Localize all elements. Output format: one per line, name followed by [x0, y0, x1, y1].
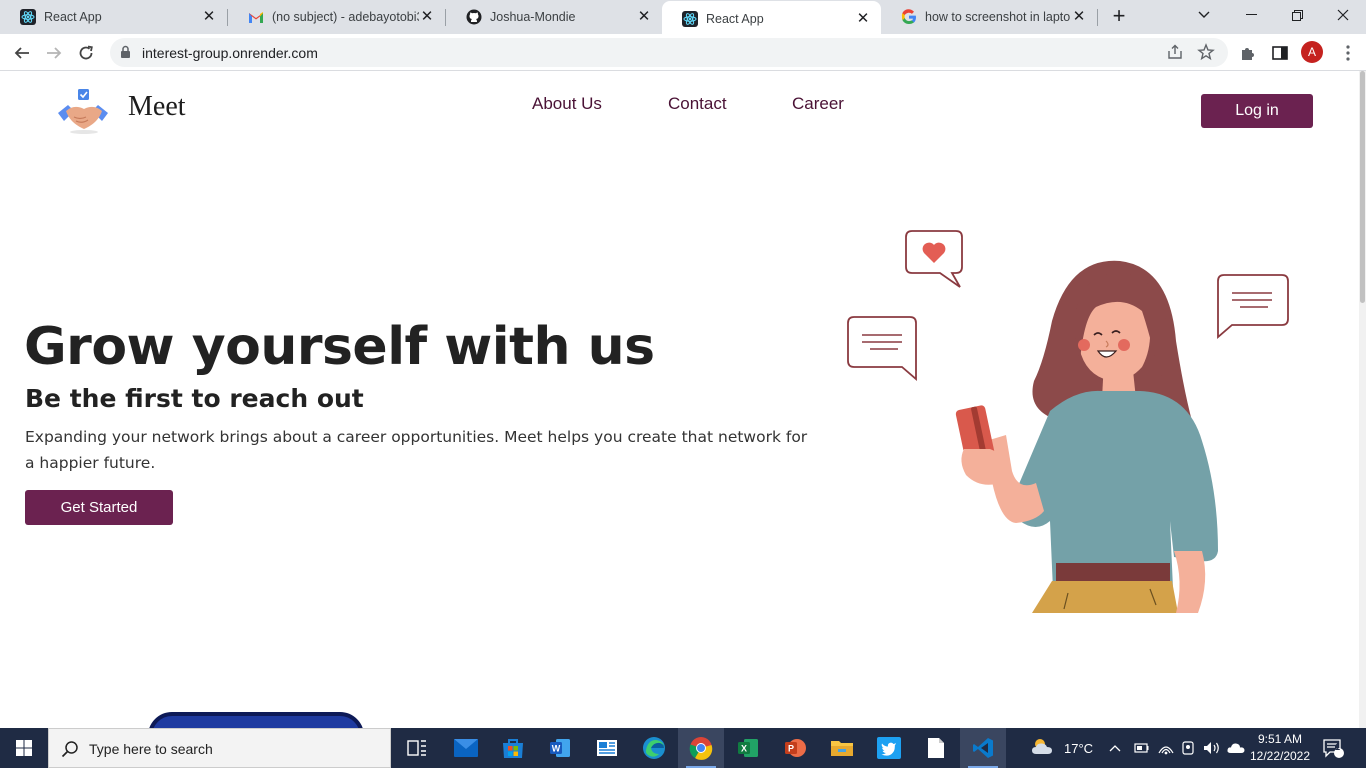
url-text: interest-group.onrender.com	[142, 45, 318, 61]
clock-time: 9:51 AM	[1257, 732, 1303, 746]
notification-count: 1	[1335, 742, 1341, 752]
bookmark-star-icon[interactable]	[1197, 43, 1215, 66]
nav-link-contact[interactable]: Contact	[668, 94, 727, 114]
weather-widget[interactable]: 17°C	[1030, 728, 1093, 768]
hero-subtitle: Be the first to reach out	[25, 384, 364, 413]
handshake-logo-icon[interactable]	[56, 87, 110, 135]
powerpoint-icon[interactable]: P	[772, 728, 818, 768]
microsoft-store-icon[interactable]	[490, 728, 536, 768]
tab-divider	[1097, 9, 1098, 26]
task-view-icon[interactable]	[394, 728, 440, 768]
weather-cloud-sun-icon	[1030, 736, 1056, 761]
close-icon[interactable]: ✕	[201, 9, 217, 25]
vscode-icon[interactable]	[960, 728, 1006, 768]
share-icon[interactable]	[1166, 43, 1184, 66]
close-icon[interactable]: ✕	[419, 9, 435, 25]
close-icon[interactable]: ✕	[855, 10, 871, 27]
search-icon	[61, 740, 79, 763]
hero-description: Expanding your network brings about a ca…	[25, 428, 808, 472]
location-icon[interactable]	[1181, 728, 1195, 768]
browser-tab-active[interactable]: React App ✕	[662, 1, 881, 36]
gmail-icon	[248, 9, 264, 25]
excel-icon[interactable]: X	[725, 728, 771, 768]
battery-icon[interactable]	[1133, 728, 1149, 768]
word-icon[interactable]: W	[537, 728, 583, 768]
tab-title: React App	[706, 11, 764, 26]
windows-start-icon[interactable]	[0, 728, 48, 768]
heart-bubble-icon	[905, 230, 963, 288]
close-icon[interactable]: ✕	[1071, 9, 1087, 25]
chat-bubble-icon	[1217, 274, 1289, 339]
nav-link-about-us[interactable]: About Us	[532, 94, 602, 114]
nav-link-career[interactable]: Career	[792, 94, 844, 114]
close-icon[interactable]: ✕	[636, 9, 652, 25]
document-icon[interactable]	[913, 728, 959, 768]
github-icon	[466, 9, 482, 25]
page-scrollbar[interactable]	[1359, 71, 1366, 728]
login-button[interactable]: Log in	[1201, 94, 1313, 128]
scrollbar-thumb[interactable]	[1360, 71, 1365, 303]
browser-toolbar: interest-group.onrender.com A	[0, 34, 1366, 71]
google-icon	[901, 9, 917, 25]
browser-tab-strip: React App ✕ (no subject) - adebayotobi36…	[0, 0, 1366, 36]
weather-temperature: 17°C	[1064, 740, 1094, 756]
hero-illustration	[840, 221, 1300, 613]
notification-center-icon[interactable]: 1	[1322, 728, 1344, 768]
svg-text:W: W	[552, 744, 561, 754]
clock-date: 12/22/2022	[1249, 749, 1311, 763]
react-icon	[682, 10, 698, 27]
address-bar[interactable]: interest-group.onrender.com	[110, 38, 1228, 67]
get-started-button[interactable]: Get Started	[25, 490, 173, 525]
system-clock[interactable]: 9:51 AM 12/22/2022	[1248, 731, 1312, 765]
tab-title: React App	[44, 10, 102, 24]
browser-tab[interactable]: Joshua-Mondie ✕	[446, 0, 662, 34]
lock-icon[interactable]	[120, 45, 131, 64]
search-placeholder: Type here to search	[89, 741, 213, 757]
tab-title: Joshua-Mondie	[490, 10, 576, 24]
page-viewport: Meet About Us Contact Career Log in Grow…	[0, 71, 1366, 728]
edge-icon[interactable]	[631, 728, 677, 768]
mail-icon[interactable]	[443, 728, 489, 768]
new-tab-button[interactable]: +	[1108, 5, 1130, 28]
wifi-icon[interactable]	[1158, 728, 1174, 768]
hero-title: Grow yourself with us	[24, 317, 655, 377]
brand-name[interactable]: Meet	[128, 91, 186, 123]
react-icon	[20, 9, 36, 25]
tab-title: how to screenshot in laptop	[925, 10, 1071, 24]
tab-search-chevron-icon[interactable]	[1181, 0, 1227, 30]
svg-text:P: P	[788, 744, 794, 754]
svg-text:X: X	[741, 744, 747, 754]
minimize-button[interactable]	[1228, 0, 1274, 30]
volume-icon[interactable]	[1203, 728, 1221, 768]
news-icon[interactable]	[584, 728, 630, 768]
windows-taskbar: Type here to search W X P 17°C 9:51 AM 1…	[0, 728, 1366, 768]
close-window-button[interactable]	[1320, 0, 1366, 30]
menu-kebab-icon[interactable]	[1336, 41, 1360, 65]
taskbar-search-box[interactable]: Type here to search	[48, 728, 391, 768]
browser-tab[interactable]: React App ✕	[0, 0, 227, 34]
tab-title: (no subject) - adebayotobi36	[272, 10, 419, 24]
twitter-icon[interactable]	[866, 728, 912, 768]
show-hidden-icons-chevron-up-icon[interactable]	[1109, 728, 1121, 768]
chrome-icon[interactable]	[678, 728, 724, 768]
browser-tab[interactable]: (no subject) - adebayotobi36 ✕	[228, 0, 445, 34]
forward-icon[interactable]	[42, 41, 66, 65]
extensions-icon[interactable]	[1236, 41, 1260, 65]
side-panel-icon[interactable]	[1268, 41, 1292, 65]
browser-tab[interactable]: how to screenshot in laptop ✕	[881, 0, 1097, 34]
next-section-decoration	[148, 712, 364, 728]
back-icon[interactable]	[10, 41, 34, 65]
restore-button[interactable]	[1274, 0, 1320, 30]
profile-avatar[interactable]: A	[1301, 41, 1323, 63]
onedrive-cloud-icon[interactable]	[1227, 728, 1245, 768]
reload-icon[interactable]	[74, 41, 98, 65]
file-explorer-icon[interactable]	[819, 728, 865, 768]
chat-bubble-icon	[847, 316, 917, 381]
